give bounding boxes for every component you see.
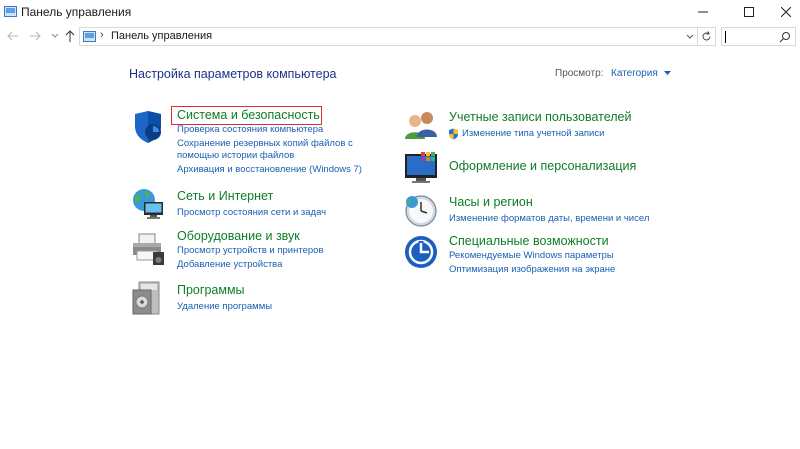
link-change-date-formats[interactable]: Изменение форматов даты, времени и чисел bbox=[449, 213, 649, 225]
address-dropdown-button[interactable] bbox=[683, 30, 697, 44]
link-optimize-display[interactable]: Оптимизация изображения на экране bbox=[449, 264, 615, 276]
minimize-icon bbox=[698, 11, 708, 13]
control-panel-icon bbox=[83, 31, 96, 42]
caret-down-icon bbox=[663, 70, 671, 75]
category-title-ease-of-access[interactable]: Специальные возможности bbox=[449, 234, 609, 248]
close-button[interactable] bbox=[772, 0, 800, 24]
breadcrumb-separator-icon[interactable]: › bbox=[100, 29, 104, 41]
network-globe-icon[interactable] bbox=[131, 187, 165, 221]
forward-button[interactable] bbox=[26, 27, 44, 45]
category-title-security[interactable]: Система и безопасность bbox=[177, 108, 320, 122]
link-backup-files-line2[interactable]: помощью истории файлов bbox=[177, 150, 294, 162]
category-title-accounts[interactable]: Учетные записи пользователей bbox=[449, 110, 632, 124]
link-check-computer-status[interactable]: Проверка состояния компьютера bbox=[177, 124, 323, 136]
view-by-label: Просмотр: bbox=[555, 68, 604, 79]
text-caret bbox=[725, 31, 726, 43]
category-title-appearance-text[interactable]: Оформление и персонализация bbox=[449, 159, 636, 173]
close-icon bbox=[781, 7, 791, 17]
link-recommended-windows-settings[interactable]: Рекомендуемые Windows параметры bbox=[449, 250, 614, 262]
accessibility-icon[interactable] bbox=[404, 235, 438, 269]
link-add-device[interactable]: Добавление устройства bbox=[177, 259, 282, 271]
uac-shield-icon bbox=[449, 128, 458, 140]
printer-icon[interactable] bbox=[131, 232, 165, 266]
category-title-programs[interactable]: Программы bbox=[177, 283, 245, 297]
title-bar: Панель управления bbox=[0, 0, 800, 24]
appearance-icon[interactable] bbox=[404, 151, 438, 185]
control-panel-icon bbox=[4, 6, 17, 17]
link-devices-printers[interactable]: Просмотр устройств и принтеров bbox=[177, 245, 324, 257]
category-title-appearance[interactable]: Оформление и персонализация bbox=[449, 159, 636, 173]
link-backup-restore-win7[interactable]: Архивация и восстановление (Windows 7) bbox=[177, 164, 362, 176]
refresh-button[interactable] bbox=[698, 27, 716, 46]
shield-icon[interactable] bbox=[131, 110, 165, 144]
category-title-clock[interactable]: Часы и регион bbox=[449, 195, 533, 209]
back-button[interactable] bbox=[4, 27, 22, 45]
maximize-button[interactable] bbox=[726, 0, 772, 24]
window-title: Панель управления bbox=[21, 5, 132, 19]
user-accounts-icon[interactable] bbox=[404, 109, 438, 143]
clock-globe-icon[interactable] bbox=[404, 193, 438, 227]
category-title-hardware[interactable]: Оборудование и звук bbox=[177, 229, 300, 243]
up-button[interactable] bbox=[61, 27, 79, 45]
maximize-icon bbox=[744, 7, 754, 17]
address-row: › Панель управления bbox=[0, 24, 800, 49]
address-bar[interactable]: › Панель управления bbox=[79, 27, 698, 46]
link-uninstall-program[interactable]: Удаление программы bbox=[177, 301, 272, 313]
category-title-network[interactable]: Сеть и Интернет bbox=[177, 189, 273, 203]
link-backup-files-line1[interactable]: Сохранение резервных копий файлов с bbox=[177, 138, 353, 150]
refresh-icon bbox=[702, 31, 711, 41]
search-input[interactable] bbox=[721, 27, 796, 46]
view-by-value[interactable]: Категория bbox=[611, 68, 658, 79]
arrow-left-icon bbox=[7, 31, 18, 41]
chevron-down-icon bbox=[686, 34, 694, 39]
chevron-down-icon bbox=[51, 33, 59, 38]
link-change-account-type[interactable]: Изменение типа учетной записи bbox=[462, 128, 604, 140]
minimize-button[interactable] bbox=[680, 0, 726, 24]
search-icon[interactable] bbox=[779, 31, 791, 43]
breadcrumb-control-panel[interactable]: Панель управления bbox=[111, 30, 212, 42]
arrow-up-icon bbox=[65, 30, 75, 42]
view-by-dropdown[interactable]: Категория bbox=[611, 68, 671, 79]
arrow-right-icon bbox=[30, 31, 41, 41]
programs-icon[interactable] bbox=[131, 281, 165, 315]
page-title: Настройка параметров компьютера bbox=[129, 67, 337, 81]
link-network-status[interactable]: Просмотр состояния сети и задач bbox=[177, 207, 326, 219]
